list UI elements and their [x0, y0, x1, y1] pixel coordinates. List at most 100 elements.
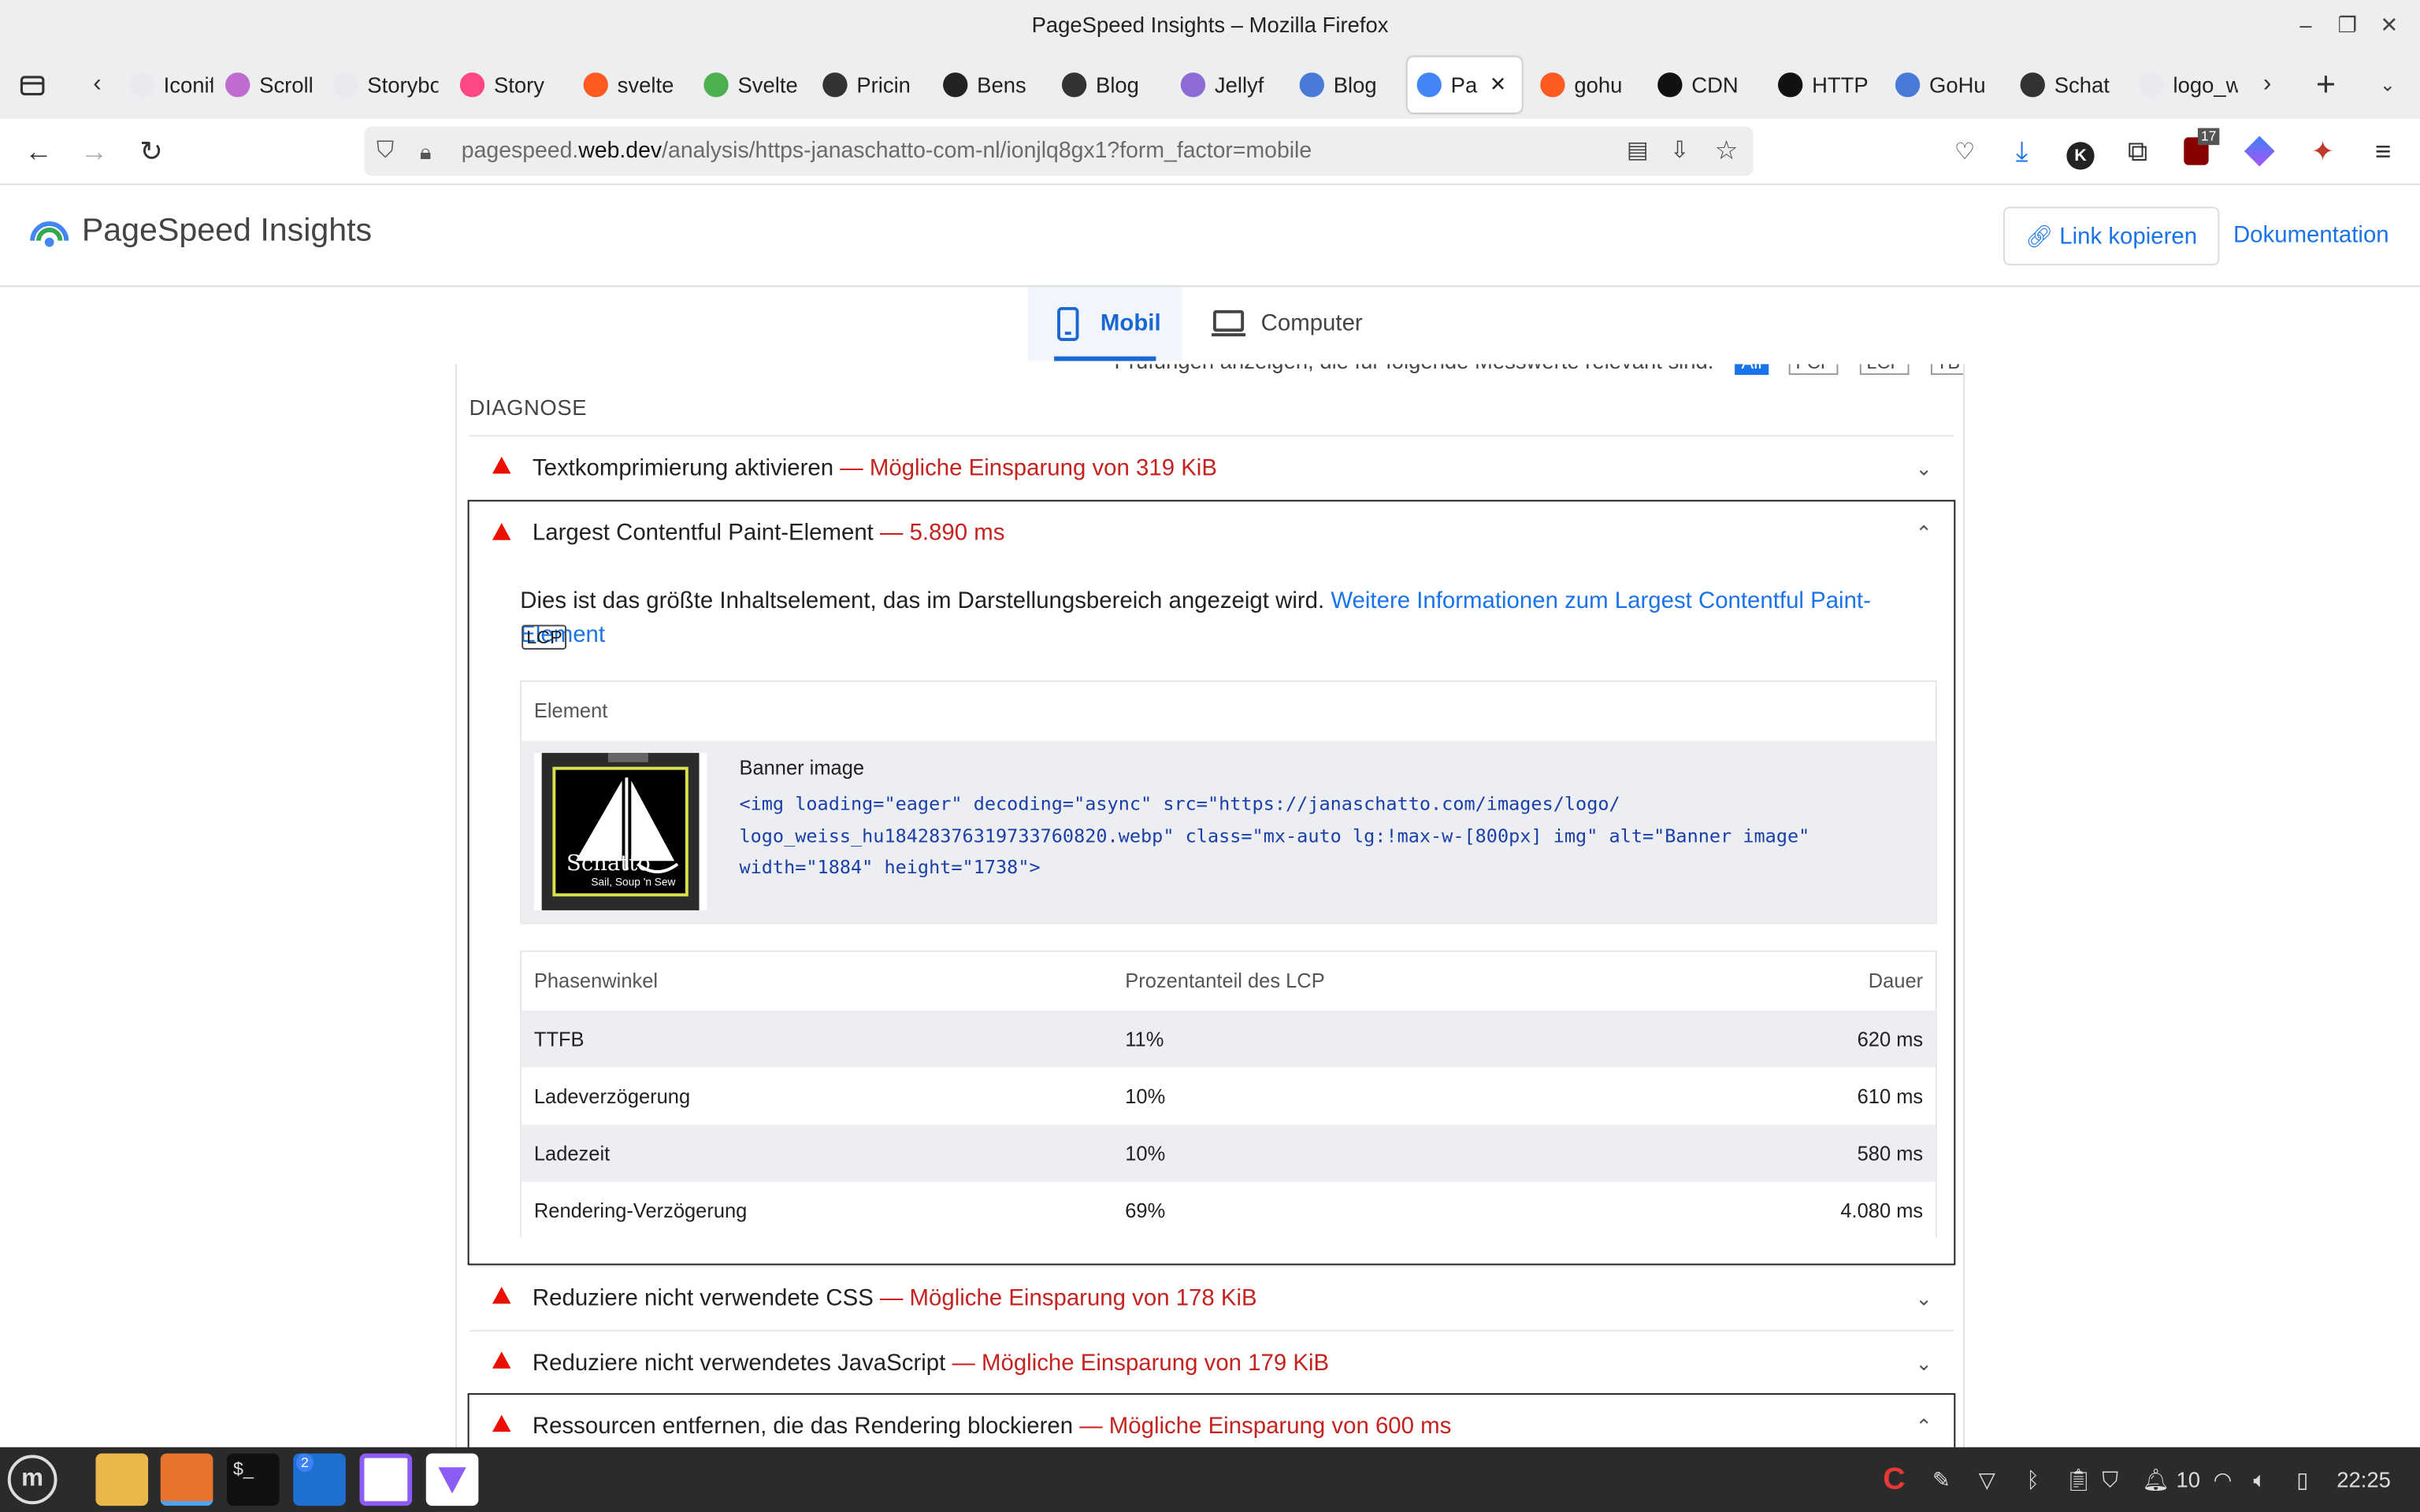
clipboard-icon[interactable]: 📋︎ — [2065, 1447, 2092, 1512]
bookmark-star-icon[interactable]: ☆ — [1715, 127, 1739, 176]
audit-lcp-header[interactable]: Largest Contentful Paint-Element — 5.890… — [470, 502, 1954, 566]
tray-vpn-icon[interactable]: ▽ — [1979, 1447, 1995, 1512]
link-icon: 🔗︎ — [2025, 224, 2054, 249]
element-table: Element Schatto Sail, Soup 'n Sew Banner… — [520, 680, 1937, 925]
audit-panel: Prüfungen anzeigen, die für folgende Mes… — [455, 364, 1965, 1447]
mint-menu-icon[interactable]: m — [7, 1455, 58, 1505]
documentation-link[interactable]: Dokumentation — [2233, 207, 2389, 265]
terminal-app-icon[interactable]: $_ — [227, 1453, 280, 1506]
extension-k-icon[interactable]: K — [2058, 119, 2104, 185]
tab-favicon-icon — [1895, 72, 1921, 98]
tab-desktop[interactable]: Computer — [1197, 287, 1398, 361]
filter-chip-all[interactable]: All — [1735, 364, 1769, 376]
install-app-icon[interactable]: ⇩ — [1670, 127, 1690, 176]
audit-unused-css[interactable]: Reduziere nicht verwendete CSS — Möglich… — [469, 1265, 1954, 1332]
audit-savings: — Mögliche Einsparung von 178 KiB — [879, 1285, 1257, 1312]
mail-app-icon[interactable] — [359, 1453, 413, 1506]
url-text[interactable]: pagespeed.web.dev/analysis/https-janasch… — [462, 127, 1312, 176]
browser-tab[interactable]: Iconif — [121, 57, 213, 113]
browser-tab[interactable]: Svelte — [695, 57, 803, 113]
tab-favicon-icon — [822, 72, 848, 98]
app-menu-icon[interactable]: ≡ — [2360, 119, 2407, 185]
reload-icon[interactable]: ↻ — [128, 119, 175, 185]
chevron-down-icon[interactable]: ⌄ — [1916, 436, 1932, 501]
close-tab-icon[interactable]: ✕ — [1490, 72, 1506, 97]
ublock-icon[interactable]: 17 — [2173, 119, 2220, 185]
tab-label: Pa — [1450, 72, 1478, 98]
chevron-up-icon[interactable]: ⌃ — [1916, 502, 1932, 566]
tray-pen-icon[interactable]: ✎ — [1932, 1447, 1950, 1512]
new-tab-icon[interactable]: + — [2303, 57, 2349, 113]
tab-favicon-icon — [1777, 72, 1803, 98]
tab-label: logo_wei — [2173, 72, 2238, 98]
browser-tab[interactable]: svelte — [574, 57, 682, 113]
scroll-tabs-right-icon[interactable]: › — [2244, 57, 2291, 113]
tab-label: Storyboo — [367, 72, 438, 98]
filter-chip-fcp[interactable]: FCP — [1789, 364, 1839, 376]
extensions-puzzle-icon[interactable]: ⧉ — [2114, 119, 2161, 185]
shield-tray-icon[interactable]: ⛉ — [2102, 1447, 2118, 1512]
extension-gem-icon[interactable] — [2236, 119, 2283, 185]
files-app-icon[interactable] — [95, 1453, 149, 1506]
audit-render-blocking[interactable]: Ressourcen entfernen, die das Rendering … — [467, 1393, 1956, 1447]
browser-tab[interactable]: GoHu — [1886, 57, 2000, 113]
browser-tab[interactable]: Bens — [933, 57, 1041, 113]
copy-link-button[interactable]: 🔗︎ Link kopieren — [2003, 206, 2220, 265]
firefox-app-icon[interactable] — [160, 1453, 213, 1506]
minimize-icon[interactable]: – — [2290, 0, 2321, 51]
tab-label: GoHu — [1929, 72, 1986, 98]
lock-icon[interactable]: 🔒︎ — [420, 127, 432, 176]
tab-label: Svelte — [737, 72, 798, 98]
audit-unused-javascript[interactable]: Reduziere nicht verwendetes JavaScript —… — [469, 1329, 1954, 1396]
battery-icon[interactable]: ▯ — [2296, 1447, 2308, 1512]
filter-chip-lcp[interactable]: LCP — [1860, 364, 1909, 376]
chevron-down-icon[interactable]: ⌄ — [1916, 1267, 1932, 1332]
browser-tab[interactable]: Jellyf — [1171, 57, 1279, 113]
filter-chip-tbt[interactable]: TBT — [1930, 364, 1964, 376]
tab-favicon-icon — [129, 72, 154, 98]
chevron-up-icon[interactable]: ⌃ — [1916, 1395, 1932, 1447]
forward-icon[interactable]: → — [71, 119, 117, 185]
browser-tab[interactable]: HTTP — [1769, 57, 1876, 113]
pocket-icon[interactable]: ♡ — [1942, 119, 1988, 185]
scroll-tabs-left-icon[interactable]: ‹ — [74, 57, 121, 113]
audit-title: Largest Contentful Paint-Element — [532, 520, 874, 547]
browser-tab[interactable]: Blog — [1052, 57, 1160, 113]
close-window-icon[interactable]: ✕ — [2374, 0, 2404, 51]
audit-text-compression[interactable]: Textkomprimierung aktivieren — Mögliche … — [469, 435, 1954, 501]
extension-multi-icon[interactable]: ✦ — [2299, 119, 2346, 185]
browser-tab[interactable]: Scroll — [216, 57, 314, 113]
tray-c-icon[interactable]: C — [1883, 1447, 1905, 1512]
browser-tab[interactable]: CDN — [1648, 57, 1759, 113]
phase-row: TTFB 11% 620 ms — [521, 1010, 1936, 1068]
list-all-tabs-icon[interactable]: ⌄ — [2364, 57, 2411, 113]
browser-tab[interactable]: logo_wei — [2130, 57, 2238, 113]
vscode-app-icon[interactable]: 2 — [293, 1453, 346, 1506]
browser-tab[interactable]: Blog — [1290, 57, 1398, 113]
url-bar[interactable]: ⛉ 🔒︎ pagespeed.web.dev/analysis/https-ja… — [364, 126, 1754, 176]
bluetooth-icon[interactable]: ᛒ — [2026, 1447, 2039, 1512]
browser-tab[interactable]: Schat — [2011, 57, 2119, 113]
metric-filter: Prüfungen anzeigen, die für folgende Mes… — [1115, 364, 1964, 376]
back-icon[interactable]: ← — [16, 119, 62, 185]
notification-icon[interactable]: 🔔︎ — [2142, 1447, 2169, 1512]
shield-icon[interactable]: ⛉ — [377, 127, 394, 176]
browser-tab[interactable]: gohu — [1531, 57, 1639, 113]
browser-tab[interactable]: Pricin — [813, 57, 921, 113]
downloads-icon[interactable]: ⤓ — [1999, 119, 2045, 185]
browser-tab[interactable]: Storyboo — [324, 57, 438, 113]
chevron-down-icon[interactable]: ⌄ — [1916, 1332, 1932, 1396]
section-title: DIAGNOSE — [469, 395, 588, 420]
browser-tab[interactable]: Story — [451, 57, 562, 113]
maximize-icon[interactable]: ❐ — [2332, 0, 2362, 51]
wifi-icon[interactable]: ◠ — [2213, 1447, 2232, 1512]
volume-icon[interactable]: 🔈︎ — [2253, 1447, 2266, 1512]
tab-pagespeed-active[interactable]: Pa ✕ — [1407, 57, 1522, 113]
proton-vpn-app-icon[interactable] — [425, 1453, 479, 1506]
tab-favicon-icon — [1540, 72, 1565, 98]
reader-view-icon[interactable]: ▤ — [1627, 127, 1649, 176]
phase-phase-cell: TTFB — [533, 1027, 585, 1051]
tab-mobile[interactable]: Mobil — [1027, 287, 1182, 361]
thumbnail-tagline: Sail, Soup 'n Sew — [591, 877, 676, 889]
firefox-view-icon[interactable] — [9, 57, 56, 113]
